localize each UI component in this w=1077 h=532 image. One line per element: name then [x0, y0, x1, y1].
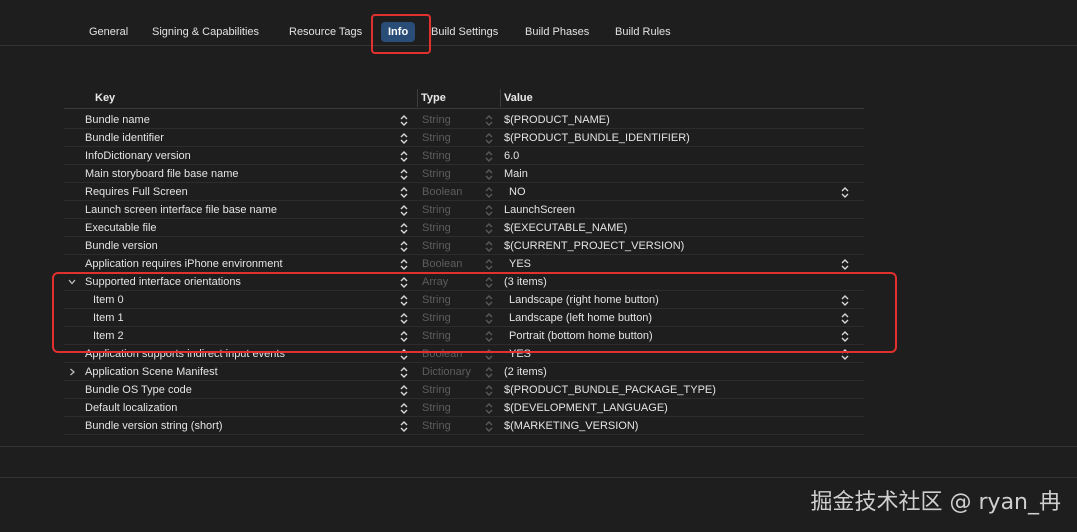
- key-stepper-icon[interactable]: [400, 403, 408, 414]
- table-row[interactable]: Application requires iPhone environment B…: [64, 255, 864, 273]
- row-type[interactable]: String: [422, 168, 451, 180]
- table-row[interactable]: Bundle name String $(PRODUCT_NAME): [64, 111, 864, 129]
- key-stepper-icon[interactable]: [400, 385, 408, 396]
- row-key[interactable]: InfoDictionary version: [85, 150, 191, 162]
- table-row[interactable]: Bundle version String $(CURRENT_PROJECT_VE…: [64, 237, 864, 255]
- tab-resource-tags[interactable]: Resource Tags: [282, 22, 369, 42]
- column-separator[interactable]: [417, 89, 418, 107]
- key-stepper-icon[interactable]: [400, 205, 408, 216]
- info-tab-highlight-box: [371, 14, 431, 54]
- row-type[interactable]: String: [422, 222, 451, 234]
- type-stepper-icon[interactable]: [485, 205, 493, 216]
- table-row[interactable]: Executable file String $(EXECUTABLE_NAME): [64, 219, 864, 237]
- type-stepper-icon[interactable]: [485, 403, 493, 414]
- row-type[interactable]: Dictionary: [422, 366, 471, 378]
- key-stepper-icon[interactable]: [400, 187, 408, 198]
- row-value[interactable]: $(PRODUCT_NAME): [504, 114, 610, 126]
- tab-general[interactable]: General: [82, 22, 135, 42]
- type-stepper-icon[interactable]: [485, 421, 493, 432]
- row-key[interactable]: Main storyboard file base name: [85, 168, 238, 180]
- row-key[interactable]: Default localization: [85, 402, 177, 414]
- editor-tab-bar: General Signing & Capabilities Resource …: [0, 0, 1077, 54]
- type-stepper-icon[interactable]: [485, 367, 493, 378]
- type-stepper-icon[interactable]: [485, 223, 493, 234]
- key-stepper-icon[interactable]: [400, 115, 408, 126]
- row-type[interactable]: String: [422, 420, 451, 432]
- type-stepper-icon[interactable]: [485, 169, 493, 180]
- watermark: 掘金技术社区 @ ryan_冉: [810, 490, 1061, 515]
- row-key[interactable]: Bundle name: [85, 114, 150, 126]
- type-stepper-icon[interactable]: [485, 187, 493, 198]
- table-row[interactable]: Launch screen interface file base name St…: [64, 201, 864, 219]
- table-row[interactable]: Default localization String $(DEVELOPMENT_…: [64, 399, 864, 417]
- key-stepper-icon[interactable]: [400, 241, 408, 252]
- tab-signing-capabilities[interactable]: Signing & Capabilities: [145, 22, 266, 42]
- bottom-divider: [0, 477, 1077, 478]
- table-row[interactable]: InfoDictionary version String 6.0: [64, 147, 864, 165]
- disclosure-collapsed-icon[interactable]: [67, 367, 77, 377]
- column-separator[interactable]: [500, 89, 501, 107]
- table-row[interactable]: Bundle version string (short) String $(MAR…: [64, 417, 864, 435]
- row-value[interactable]: Main: [504, 168, 528, 180]
- value-popup-icon[interactable]: [841, 259, 849, 270]
- row-value[interactable]: NO: [509, 186, 526, 198]
- row-type[interactable]: Boolean: [422, 258, 462, 270]
- row-type[interactable]: String: [422, 132, 451, 144]
- row-key[interactable]: Bundle identifier: [85, 132, 164, 144]
- table-row[interactable]: Main storyboard file base name String Main: [64, 165, 864, 183]
- table-row[interactable]: Requires Full Screen Boolean NO: [64, 183, 864, 201]
- row-value[interactable]: $(EXECUTABLE_NAME): [504, 222, 627, 234]
- row-type[interactable]: Boolean: [422, 186, 462, 198]
- key-stepper-icon[interactable]: [400, 133, 408, 144]
- table-row[interactable]: Bundle identifier String $(PRODUCT_BUNDLE_…: [64, 129, 864, 147]
- table-header: Key Type Value: [64, 89, 864, 107]
- orientations-highlight-box: [52, 272, 897, 353]
- row-value[interactable]: $(DEVELOPMENT_LANGUAGE): [504, 402, 668, 414]
- row-key[interactable]: Bundle OS Type code: [85, 384, 192, 396]
- tab-build-phases[interactable]: Build Phases: [518, 22, 596, 42]
- row-type[interactable]: String: [422, 150, 451, 162]
- row-key[interactable]: Application requires iPhone environment: [85, 258, 283, 270]
- row-value[interactable]: 6.0: [504, 150, 519, 162]
- column-header-value[interactable]: Value: [504, 92, 533, 104]
- row-type[interactable]: String: [422, 384, 451, 396]
- key-stepper-icon[interactable]: [400, 151, 408, 162]
- key-stepper-icon[interactable]: [400, 169, 408, 180]
- value-popup-icon[interactable]: [841, 187, 849, 198]
- row-value[interactable]: $(PRODUCT_BUNDLE_IDENTIFIER): [504, 132, 690, 144]
- row-key[interactable]: Bundle version string (short): [85, 420, 223, 432]
- type-stepper-icon[interactable]: [485, 385, 493, 396]
- row-value[interactable]: $(MARKETING_VERSION): [504, 420, 638, 432]
- row-value[interactable]: YES: [509, 258, 531, 270]
- type-stepper-icon[interactable]: [485, 133, 493, 144]
- row-key[interactable]: Bundle version: [85, 240, 158, 252]
- row-key[interactable]: Executable file: [85, 222, 157, 234]
- tab-build-rules[interactable]: Build Rules: [608, 22, 678, 42]
- header-divider: [64, 108, 864, 109]
- type-stepper-icon[interactable]: [485, 259, 493, 270]
- column-header-key[interactable]: Key: [95, 92, 115, 104]
- table-row[interactable]: Bundle OS Type code String $(PRODUCT_BUNDL…: [64, 381, 864, 399]
- type-stepper-icon[interactable]: [485, 115, 493, 126]
- row-type[interactable]: String: [422, 240, 451, 252]
- row-value[interactable]: $(CURRENT_PROJECT_VERSION): [504, 240, 684, 252]
- table-row[interactable]: Application Scene Manifest Dictionary (2 i…: [64, 363, 864, 381]
- type-stepper-icon[interactable]: [485, 151, 493, 162]
- key-stepper-icon[interactable]: [400, 259, 408, 270]
- row-type[interactable]: String: [422, 402, 451, 414]
- row-value[interactable]: LaunchScreen: [504, 204, 575, 216]
- key-stepper-icon[interactable]: [400, 223, 408, 234]
- row-type[interactable]: String: [422, 204, 451, 216]
- key-stepper-icon[interactable]: [400, 421, 408, 432]
- row-key[interactable]: Application Scene Manifest: [85, 366, 218, 378]
- row-value[interactable]: (2 items): [504, 366, 547, 378]
- row-value[interactable]: $(PRODUCT_BUNDLE_PACKAGE_TYPE): [504, 384, 716, 396]
- tab-build-settings[interactable]: Build Settings: [424, 22, 505, 42]
- row-key[interactable]: Requires Full Screen: [85, 186, 188, 198]
- row-key[interactable]: Launch screen interface file base name: [85, 204, 277, 216]
- column-header-type[interactable]: Type: [421, 92, 446, 104]
- type-stepper-icon[interactable]: [485, 241, 493, 252]
- key-stepper-icon[interactable]: [400, 367, 408, 378]
- row-type[interactable]: String: [422, 114, 451, 126]
